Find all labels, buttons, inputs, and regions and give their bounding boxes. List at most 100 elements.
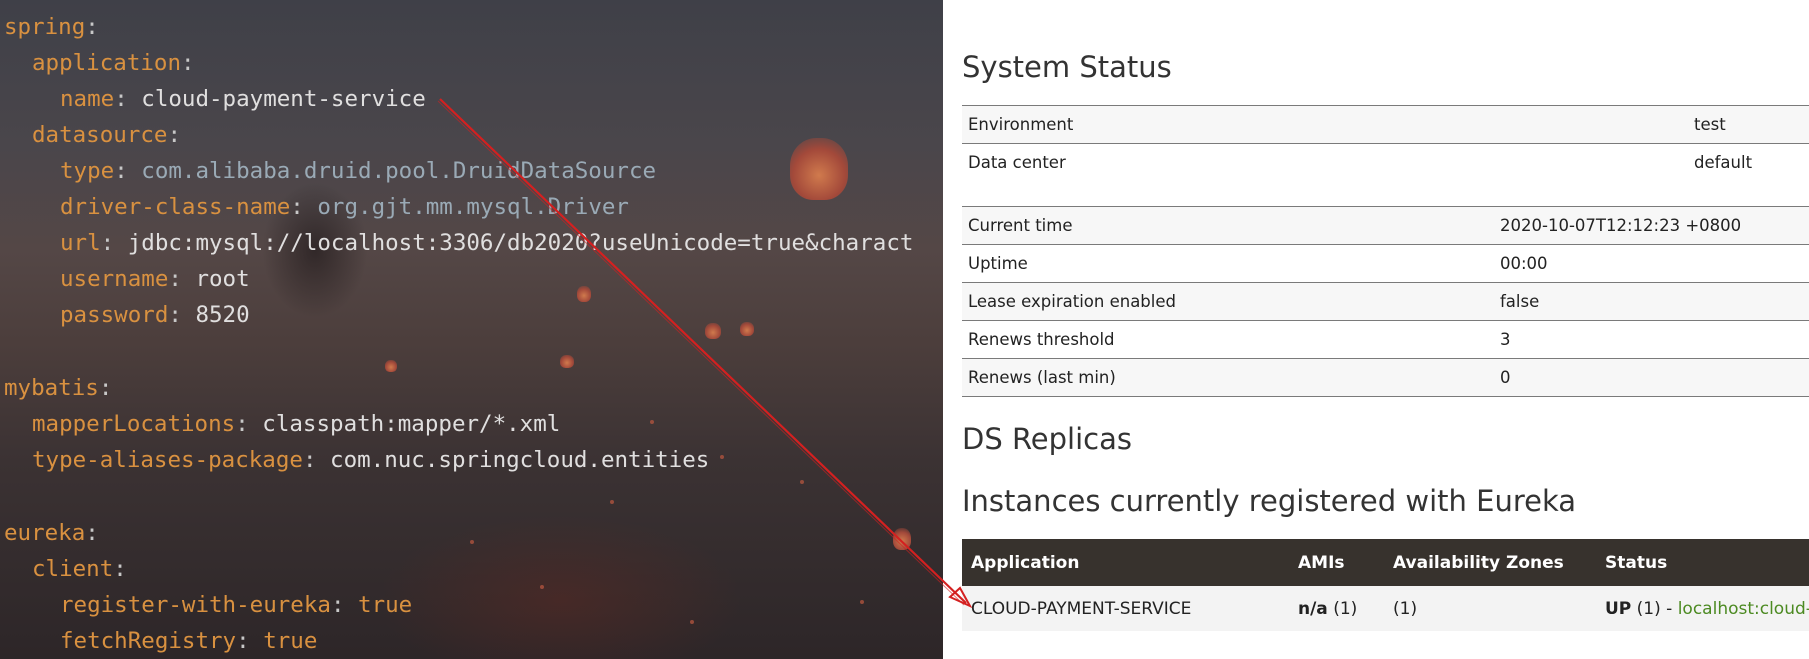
yaml-key: url <box>60 230 101 256</box>
yaml-separator: : <box>168 266 196 292</box>
lantern-decoration <box>705 323 721 339</box>
yaml-separator: : <box>236 628 264 654</box>
yaml-key: username <box>60 266 169 292</box>
status-value: 0 <box>1494 358 1809 397</box>
yaml-key: type <box>60 158 115 184</box>
status-row: Lease expiration enabled false <box>962 282 1809 321</box>
yaml-key: datasource <box>32 122 168 148</box>
column-header: Application <box>962 539 1289 586</box>
code-line: type: com.alibaba.druid.pool.DruidDataSo… <box>60 158 656 184</box>
light-dot-decoration <box>800 480 804 484</box>
yaml-key: driver-class-name <box>60 194 291 220</box>
instance-link[interactable]: localhost:cloud- <box>1678 599 1809 619</box>
lantern-decoration <box>790 138 848 200</box>
yaml-key: name <box>60 86 115 112</box>
yaml-separator: : <box>85 520 99 546</box>
code-line: client: <box>32 556 127 582</box>
eureka-dashboard: System Status Environment test Data center… <box>943 0 1809 659</box>
light-dot-decoration <box>860 600 864 604</box>
status-row: Data center default <box>962 143 1809 181</box>
status-label: Data center <box>962 143 1688 181</box>
status-cell: UP (1) - localhost:cloud- <box>1596 586 1809 631</box>
code-line: type-aliases-package: com.nuc.springclou… <box>32 447 709 473</box>
code-line: driver-class-name: org.gjt.mm.mysql.Driv… <box>60 194 629 220</box>
yaml-value: com.nuc.springcloud.entities <box>330 447 710 473</box>
status-value: false <box>1494 282 1809 321</box>
status-count: (1) - <box>1631 598 1678 619</box>
yaml-value: true <box>358 592 413 618</box>
yaml-separator: : <box>113 556 127 582</box>
status-label: Renews (last min) <box>962 358 1494 397</box>
status-row: Uptime 00:00 <box>962 244 1809 283</box>
yaml-separator: : <box>290 194 318 220</box>
yaml-separator: : <box>330 592 359 618</box>
yaml-separator: : <box>100 230 128 256</box>
yaml-key: eureka <box>4 520 86 546</box>
lantern-decoration <box>385 360 397 372</box>
code-line: datasource: <box>32 122 181 148</box>
yaml-value: com.alibaba.druid.pool.DruidDataSource <box>141 158 657 184</box>
column-header: AMIs <box>1289 539 1384 586</box>
yaml-value: jdbc:mysql://localhost:3306/db2020?useUn… <box>127 230 914 256</box>
status-value: 00:00 <box>1494 244 1809 283</box>
yaml-key: mapperLocations <box>32 411 236 437</box>
lantern-decoration <box>740 322 754 336</box>
yaml-key: mybatis <box>4 375 99 401</box>
yaml-key: register-with-eureka <box>60 592 331 618</box>
instances-title: Instances currently registered with Eure… <box>962 484 1577 518</box>
code-line: register-with-eureka: true <box>60 592 412 618</box>
status-label: Uptime <box>962 244 1494 283</box>
status-row: Environment test <box>962 105 1809 144</box>
lantern-decoration <box>560 355 574 368</box>
light-dot-decoration <box>610 500 614 504</box>
yaml-value: cloud-payment-service <box>141 86 426 112</box>
zones-cell: (1) <box>1384 586 1596 631</box>
yaml-separator: : <box>114 86 142 112</box>
yaml-value: org.gjt.mm.mysql.Driver <box>317 194 629 220</box>
status-value: 3 <box>1494 320 1809 359</box>
status-value: 2020-10-07T12:12:23 +0800 <box>1494 206 1809 245</box>
status-label: Renews threshold <box>962 320 1494 359</box>
light-dot-decoration <box>540 585 544 589</box>
yaml-separator: : <box>302 447 331 473</box>
status-label: Environment <box>962 105 1688 144</box>
code-line: fetchRegistry: true <box>60 628 317 654</box>
yaml-key: application <box>32 50 182 76</box>
code-line: url: jdbc:mysql://localhost:3306/db2020?… <box>60 230 913 256</box>
yaml-separator: : <box>85 14 99 40</box>
system-status-table: Environment test Data center default <box>962 105 1809 181</box>
yaml-key: client <box>32 556 114 582</box>
code-line: mapperLocations: classpath:mapper/*.xml <box>32 411 560 437</box>
instances-table: Application AMIs Availability Zones Status … <box>962 539 1809 631</box>
yaml-separator: : <box>235 411 263 437</box>
yaml-separator: : <box>167 122 182 148</box>
yaml-key: type-aliases-package <box>32 447 303 473</box>
ds-replicas-title: DS Replicas <box>962 422 1132 456</box>
status-row: Renews (last min) 0 <box>962 358 1809 397</box>
light-dot-decoration <box>650 420 654 424</box>
yaml-key: spring <box>4 14 86 40</box>
light-dot-decoration <box>690 620 694 624</box>
code-line: spring: <box>4 14 99 40</box>
status-value: test <box>1688 105 1809 144</box>
code-line: application: <box>32 50 195 76</box>
yaml-separator: : <box>98 375 113 401</box>
lantern-decoration <box>893 528 911 550</box>
code-line: mybatis: <box>4 375 112 401</box>
system-status-table: Current time 2020-10-07T12:12:23 +0800 Upt… <box>962 206 1809 397</box>
column-header: Status <box>1596 539 1809 586</box>
yaml-value: true <box>263 628 318 654</box>
lantern-decoration <box>577 286 591 302</box>
amis-value: n/a <box>1298 598 1328 619</box>
status-row: Renews threshold 3 <box>962 320 1809 359</box>
amis-count: (1) <box>1327 598 1358 619</box>
amis-cell: n/a (1) <box>1289 586 1384 631</box>
light-dot-decoration <box>720 455 724 459</box>
code-line: username: root <box>60 266 250 292</box>
yaml-value: root <box>195 266 250 292</box>
status-row: Current time 2020-10-07T12:12:23 +0800 <box>962 206 1809 245</box>
yaml-key: password <box>60 302 169 328</box>
status-label: Current time <box>962 206 1494 245</box>
status-up: UP <box>1605 598 1632 619</box>
yaml-value: classpath:mapper/*.xml <box>262 411 561 437</box>
